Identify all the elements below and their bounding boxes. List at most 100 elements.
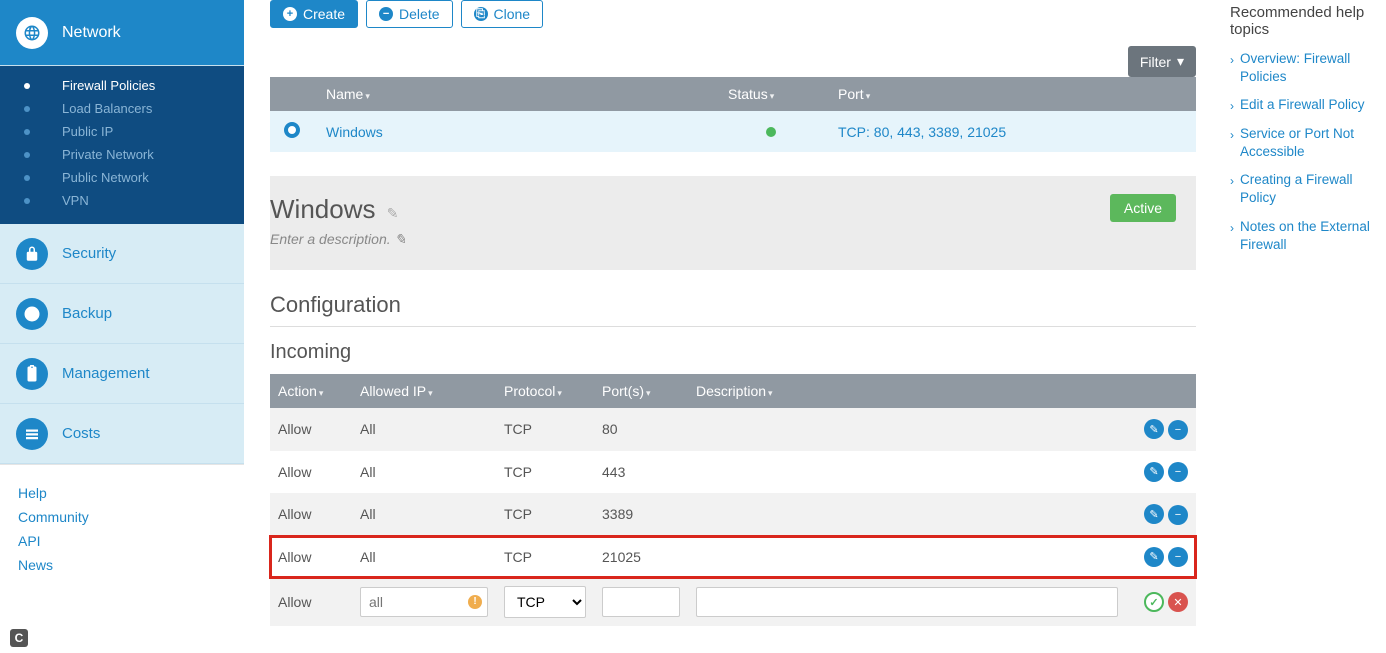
main-content: +Create −Delete ⎘Clone Filter▾ Name▾ Sta… [244, 0, 1222, 653]
rule-row: AllowAllTCP443✎− [270, 451, 1196, 494]
chevron-right-icon: › [1230, 220, 1234, 236]
col-status[interactable]: Status▾ [716, 77, 826, 111]
status-dot-active [766, 127, 776, 137]
minus-icon: − [379, 7, 393, 21]
subnav-load-balancers[interactable]: Load Balancers [0, 97, 244, 120]
edit-title-icon[interactable]: ✎ [387, 205, 399, 221]
ports-input[interactable] [602, 587, 680, 617]
sort-caret-icon: ▾ [428, 388, 433, 398]
col-protocol[interactable]: Protocol▾ [496, 374, 594, 408]
protocol-select[interactable]: TCP [504, 586, 586, 618]
sort-caret-icon: ▾ [768, 388, 773, 398]
create-button[interactable]: +Create [270, 0, 358, 28]
chevron-right-icon: › [1230, 127, 1234, 143]
delete-rule-button[interactable]: − [1168, 420, 1188, 440]
delete-rule-button[interactable]: − [1168, 505, 1188, 525]
help-link[interactable]: ›Notes on the External Firewall [1230, 218, 1374, 254]
edit-rule-button[interactable]: ✎ [1144, 547, 1164, 567]
help-link[interactable]: ›Edit a Firewall Policy [1230, 96, 1374, 114]
funnel-icon: ▾ [1177, 53, 1184, 70]
nav-item-security[interactable]: Security [0, 224, 244, 284]
actions-toolbar: +Create −Delete ⎘Clone [270, 0, 1196, 28]
rule-action: Allow [270, 408, 352, 451]
help-panel: Recommended help topics ›Overview: Firew… [1230, 0, 1386, 653]
subnav-public-ip[interactable]: Public IP [0, 120, 244, 143]
footer-link-news[interactable]: News [18, 553, 226, 577]
rule-description [688, 536, 1126, 579]
col-row-actions [1126, 374, 1196, 408]
col-ports[interactable]: Port(s)▾ [594, 374, 688, 408]
col-name[interactable]: Name▾ [314, 77, 716, 111]
footer-link-help[interactable]: Help [18, 481, 226, 505]
sidebar-footer: Help Community API News [0, 464, 244, 653]
rule-action: Allow [270, 536, 352, 579]
subnav-firewall-policies[interactable]: Firewall Policies [0, 74, 244, 97]
subnav-public-network[interactable]: Public Network [0, 166, 244, 189]
nav-label: Costs [62, 425, 100, 442]
clone-button[interactable]: ⎘Clone [461, 0, 544, 28]
edit-desc-icon[interactable]: ✎ [395, 231, 407, 247]
rules-table: Action▾ Allowed IP▾ Protocol▾ Port(s)▾ D… [270, 374, 1196, 626]
subnav-private-network[interactable]: Private Network [0, 143, 244, 166]
subnav: Firewall Policies Load Balancers Public … [0, 66, 244, 224]
col-description[interactable]: Description▾ [688, 374, 1126, 408]
dot-icon [24, 152, 30, 158]
plus-icon: + [283, 7, 297, 21]
help-link[interactable]: ›Creating a Firewall Policy [1230, 171, 1374, 207]
rule-description [688, 451, 1126, 494]
sort-caret-icon: ▾ [557, 388, 562, 398]
copy-icon: ⎘ [474, 7, 488, 21]
edit-rule-button[interactable]: ✎ [1144, 504, 1164, 524]
detail-description[interactable]: Enter a description. ✎ [270, 231, 406, 248]
col-select [270, 77, 314, 111]
policy-port-link[interactable]: TCP: 80, 443, 3389, 21025 [838, 124, 1006, 140]
nav-item-management[interactable]: Management [0, 344, 244, 404]
sort-caret-icon: ▾ [646, 388, 651, 398]
col-port[interactable]: Port▾ [826, 77, 1196, 111]
chevron-right-icon: › [1230, 98, 1234, 114]
help-link[interactable]: ›Overview: Firewall Policies [1230, 50, 1374, 86]
rule-ip: All [352, 408, 496, 451]
detail-panel: Windows ✎ Enter a description. ✎ Active [270, 176, 1196, 270]
clock-icon [16, 298, 48, 330]
nav-item-backup[interactable]: Backup [0, 284, 244, 344]
delete-rule-button[interactable]: − [1168, 462, 1188, 482]
row-radio-selected[interactable] [284, 122, 300, 138]
dot-icon [24, 83, 30, 89]
nav-item-network[interactable]: Network [0, 0, 244, 66]
dot-icon [24, 129, 30, 135]
rule-ip: All [352, 493, 496, 536]
chevron-right-icon: › [1230, 173, 1234, 189]
help-link[interactable]: ›Service or Port Not Accessible [1230, 125, 1374, 161]
delete-button[interactable]: −Delete [366, 0, 452, 28]
corner-logo-icon: C [10, 629, 28, 647]
col-action[interactable]: Action▾ [270, 374, 352, 408]
confirm-rule-button[interactable]: ✓ [1144, 592, 1164, 612]
edit-rule-button[interactable]: ✎ [1144, 419, 1164, 439]
edit-rule-button[interactable]: ✎ [1144, 462, 1164, 482]
footer-link-community[interactable]: Community [18, 505, 226, 529]
configuration-section: Configuration Incoming Action▾ Allowed I… [270, 292, 1196, 626]
nav-label: Backup [62, 305, 112, 322]
delete-rule-button[interactable]: − [1168, 547, 1188, 567]
col-allowed-ip[interactable]: Allowed IP▾ [352, 374, 496, 408]
description-input[interactable] [696, 587, 1118, 617]
warning-icon: ! [468, 595, 482, 609]
footer-link-api[interactable]: API [18, 529, 226, 553]
filter-button[interactable]: Filter▾ [1128, 46, 1196, 77]
incoming-title: Incoming [270, 341, 1196, 364]
policy-row[interactable]: Windows TCP: 80, 443, 3389, 21025 [270, 111, 1196, 152]
nav-item-costs[interactable]: Costs [0, 404, 244, 464]
rule-protocol: TCP [496, 493, 594, 536]
dot-icon [24, 106, 30, 112]
config-title: Configuration [270, 292, 1196, 327]
rule-action: Allow [270, 493, 352, 536]
policy-name-link[interactable]: Windows [326, 124, 383, 140]
nav-label: Network [62, 24, 121, 42]
subnav-vpn[interactable]: VPN [0, 189, 244, 212]
rule-ip: All [352, 536, 496, 579]
cancel-rule-button[interactable]: ✕ [1168, 592, 1188, 612]
sidebar: Network Firewall Policies Load Balancers… [0, 0, 244, 653]
rule-description [688, 408, 1126, 451]
rule-protocol: TCP [496, 408, 594, 451]
